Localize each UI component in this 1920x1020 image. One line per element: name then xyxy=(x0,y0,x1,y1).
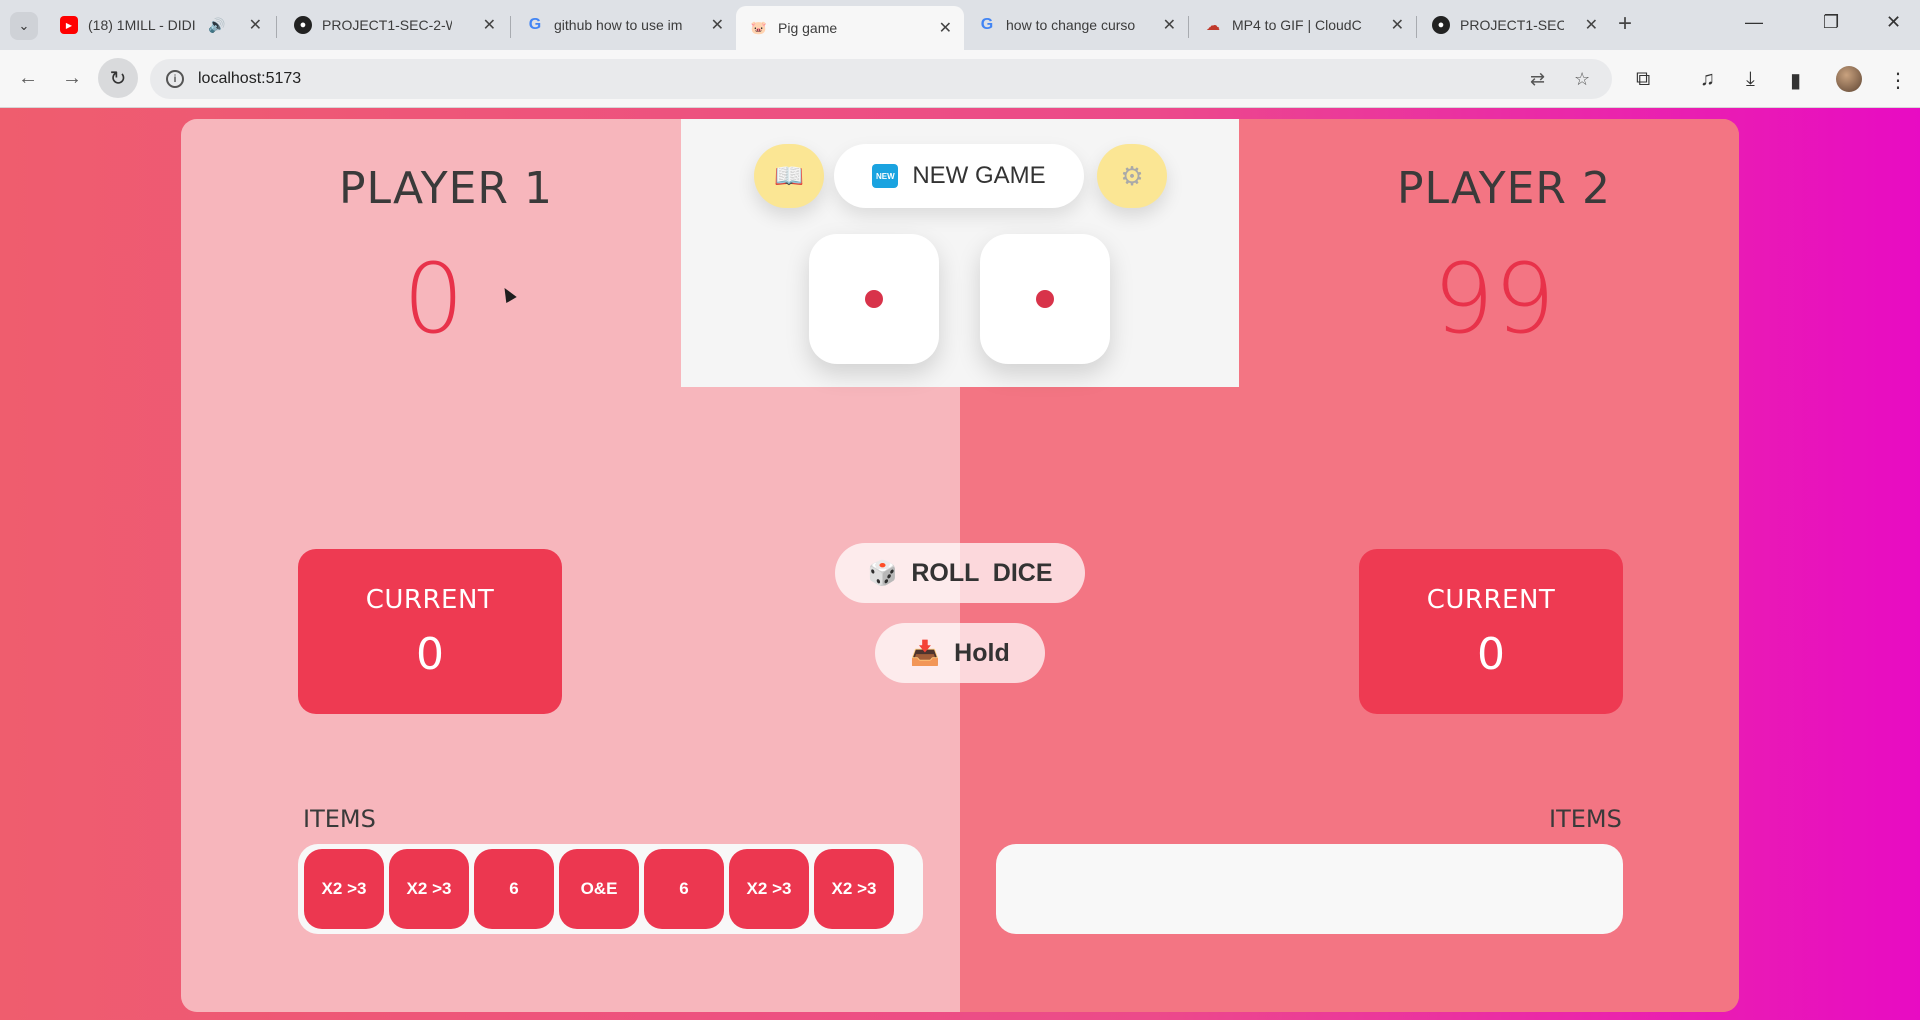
tab-cloudconvert[interactable]: ☁ MP4 to GIF | CloudCo ✕ xyxy=(1190,6,1416,44)
menu-icon[interactable]: ⋮ xyxy=(1888,68,1908,93)
close-icon[interactable]: ✕ xyxy=(241,15,262,35)
player1-items-box: X2 >3 X2 >3 6 O&E 6 X2 >3 X2 >3 xyxy=(298,844,923,934)
player2-current-score: 0 xyxy=(1477,629,1505,680)
extensions-icon[interactable]: ⧉ xyxy=(1636,68,1650,91)
player2-name: PLAYER 2 xyxy=(1397,163,1611,214)
close-window-icon[interactable]: ✕ xyxy=(1886,12,1901,33)
new-tab-button[interactable]: + xyxy=(1618,12,1632,36)
player1-score: 0 xyxy=(403,243,465,355)
item-card[interactable]: 6 xyxy=(644,849,724,929)
player2-items-box xyxy=(996,844,1623,934)
current-label: CURRENT xyxy=(365,585,495,615)
player2-current-box: CURRENT 0 xyxy=(1359,549,1623,714)
hold-label: Hold xyxy=(954,638,1010,667)
close-icon[interactable]: ✕ xyxy=(1155,15,1176,35)
tab-strip: ⌄ ▶ (18) 1MILL - DIDI 🔊 ✕ ● PROJECT1-SEC… xyxy=(0,0,1920,50)
close-icon[interactable]: ✕ xyxy=(1577,15,1598,35)
tab-youtube[interactable]: ▶ (18) 1MILL - DIDI 🔊 ✕ xyxy=(46,6,274,44)
player2-score: 99 xyxy=(1433,243,1556,355)
new-game-label: NEW GAME xyxy=(912,162,1046,189)
url-text[interactable]: localhost:5173 xyxy=(198,70,301,88)
player1-name: PLAYER 1 xyxy=(339,163,553,214)
book-icon: 📖 xyxy=(774,162,804,190)
back-icon[interactable]: ← xyxy=(18,67,38,90)
media-controls-icon[interactable]: ♫ xyxy=(1700,68,1715,91)
player1-current-box: CURRENT 0 xyxy=(298,549,562,714)
tab-separator xyxy=(1188,16,1189,38)
die-pip xyxy=(1036,290,1054,308)
tab-title: Pig game xyxy=(778,20,838,36)
pig-icon: 🐷 xyxy=(750,20,768,35)
new-icon: NEW xyxy=(872,164,899,188)
close-icon[interactable]: ✕ xyxy=(703,15,724,35)
item-card[interactable]: O&E xyxy=(559,849,639,929)
tab-title: github how to use im xyxy=(554,17,683,33)
minimize-icon[interactable]: — xyxy=(1745,12,1763,33)
speaker-icon[interactable]: 🔊 xyxy=(208,17,225,34)
game-page: PLAYER 1 0 PLAYER 2 99 📖 NEW NEW GAME ⚙ … xyxy=(0,108,1920,1020)
dice-icon: 🎲 xyxy=(867,559,898,587)
chevron-down-icon: ⌄ xyxy=(18,18,30,33)
side-panel-icon[interactable]: ▮ xyxy=(1790,68,1801,93)
settings-button[interactable]: ⚙ xyxy=(1097,144,1167,208)
item-card[interactable]: X2 >3 xyxy=(389,849,469,929)
inbox-icon: 📥 xyxy=(910,639,941,667)
dice-2 xyxy=(980,234,1110,364)
address-bar[interactable]: i localhost:5173 ⇄ ☆ xyxy=(150,59,1612,99)
current-label: CURRENT xyxy=(1426,585,1556,615)
tab-search-button[interactable]: ⌄ xyxy=(10,12,38,40)
tab-title: MP4 to GIF | CloudCo xyxy=(1232,17,1362,33)
tab-separator xyxy=(510,16,511,38)
close-icon[interactable]: ✕ xyxy=(475,15,496,35)
avatar[interactable] xyxy=(1836,66,1862,92)
item-card[interactable]: X2 >3 xyxy=(729,849,809,929)
gear-icon: ⚙ xyxy=(1120,160,1144,191)
reload-icon[interactable]: ↻ xyxy=(98,58,138,98)
tab-separator xyxy=(276,16,277,38)
item-card[interactable]: X2 >3 xyxy=(304,849,384,929)
item-card[interactable]: X2 >3 xyxy=(814,849,894,929)
translate-icon[interactable]: ⇄ xyxy=(1530,69,1545,90)
cloud-icon: ☁ xyxy=(1206,16,1220,33)
tab-pig-game[interactable]: 🐷 Pig game ✕ xyxy=(736,6,964,50)
tab-github-2[interactable]: ● PROJECT1-SEC-2-Wo ✕ xyxy=(1418,6,1610,44)
tab-title: PROJECT1-SEC-2-Wo xyxy=(322,17,452,33)
roll-dice-button[interactable]: 🎲 ROLL DICE xyxy=(835,543,1085,603)
tab-google-2[interactable]: G how to change curso ✕ xyxy=(964,6,1188,44)
tab-google-1[interactable]: G github how to use im ✕ xyxy=(512,6,736,44)
player1-current-score: 0 xyxy=(416,629,444,680)
site-info-icon[interactable]: i xyxy=(166,70,184,88)
google-icon: G xyxy=(980,16,994,33)
youtube-icon: ▶ xyxy=(60,16,78,34)
die-pip xyxy=(865,290,883,308)
close-icon[interactable]: ✕ xyxy=(1383,15,1404,35)
rules-button[interactable]: 📖 xyxy=(754,144,824,208)
github-icon: ● xyxy=(294,16,312,34)
browser-toolbar: ← → ↻ i localhost:5173 ⇄ ☆ ⧉ ♫ ⤓ ▮ ⋮ xyxy=(0,50,1920,108)
game-board: PLAYER 1 0 PLAYER 2 99 📖 NEW NEW GAME ⚙ … xyxy=(181,119,1739,1012)
dice-1 xyxy=(809,234,939,364)
control-panel: 📖 NEW NEW GAME ⚙ xyxy=(681,119,1239,387)
tab-github-1[interactable]: ● PROJECT1-SEC-2-Wo ✕ xyxy=(280,6,508,44)
restore-icon[interactable]: ❐ xyxy=(1823,12,1839,33)
tab-title: PROJECT1-SEC-2-Wo xyxy=(1460,17,1564,33)
tab-title: (18) 1MILL - DIDI xyxy=(88,17,196,33)
item-card[interactable]: 6 xyxy=(474,849,554,929)
hold-button[interactable]: 📥 Hold xyxy=(875,623,1045,683)
new-game-button[interactable]: NEW NEW GAME xyxy=(834,144,1084,208)
player2-items-label: ITEMS xyxy=(1549,805,1622,833)
forward-icon[interactable]: → xyxy=(62,67,82,90)
github-icon: ● xyxy=(1432,16,1450,34)
google-icon: G xyxy=(528,16,542,33)
download-icon[interactable]: ⤓ xyxy=(1746,68,1755,91)
bookmark-star-icon[interactable]: ☆ xyxy=(1574,69,1590,90)
roll-dice-label: ROLL DICE xyxy=(911,558,1053,587)
close-icon[interactable]: ✕ xyxy=(931,18,952,38)
tab-title: how to change curso xyxy=(1006,17,1136,33)
player1-items-label: ITEMS xyxy=(303,805,376,833)
tab-separator xyxy=(1416,16,1417,38)
